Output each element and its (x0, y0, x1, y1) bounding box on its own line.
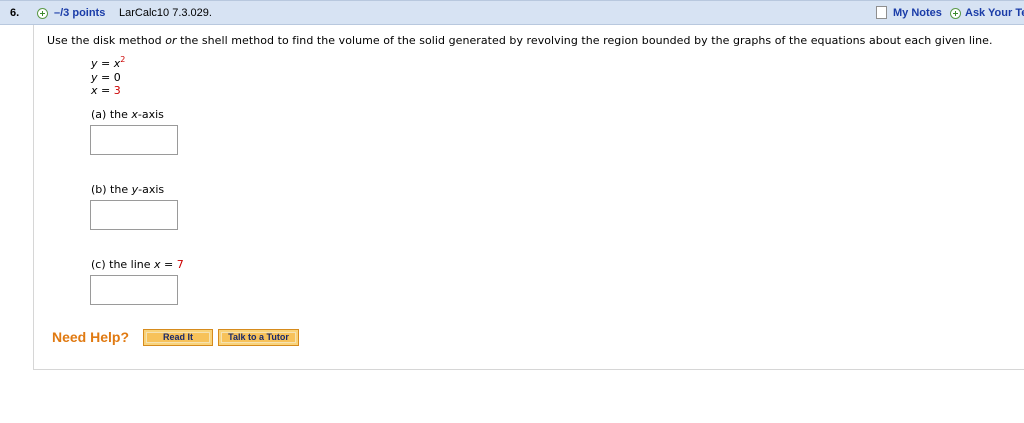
equation-1: y = x2 (91, 55, 126, 70)
question-panel (33, 25, 1024, 370)
read-it-button[interactable]: Read It (143, 329, 213, 346)
part-c-answer-input[interactable] (90, 275, 178, 305)
part-c-value: 7 (176, 258, 184, 271)
equation-3: x = 3 (91, 84, 121, 97)
equation-2: y = 0 (91, 71, 121, 84)
my-notes-link[interactable]: My Notes (893, 7, 942, 19)
part-a-label: (a) the x-axis (91, 108, 164, 121)
part-b-label: (b) the y-axis (91, 183, 164, 196)
eq3-rel: = (97, 84, 114, 97)
talk-to-tutor-button[interactable]: Talk to a Tutor (218, 329, 299, 346)
part-c-suffix: = (160, 258, 177, 271)
part-b-answer-input[interactable] (90, 200, 178, 230)
prompt-text-start: Use the disk method (47, 34, 166, 47)
part-a-suffix: -axis (137, 108, 164, 121)
prompt-text-end: the shell method to find the volume of t… (176, 34, 993, 47)
talk-to-tutor-label: Talk to a Tutor (228, 332, 289, 342)
prompt-or: or (165, 34, 177, 47)
read-it-label: Read It (162, 332, 193, 342)
question-number: 6. (10, 7, 20, 19)
notes-page-icon[interactable] (876, 6, 887, 19)
eq1-rel: = (97, 57, 114, 70)
eq1-exponent: 2 (120, 55, 126, 64)
part-c-prefix: (c) the line (91, 258, 155, 271)
eq2-rel: = (97, 71, 114, 84)
problem-source: LarCalc10 7.3.029. (119, 7, 212, 19)
eq3-rhs: 3 (113, 84, 121, 97)
points-label: –/3 points (54, 7, 106, 19)
part-a-prefix: (a) the (91, 108, 132, 121)
part-b-suffix: -axis (138, 183, 165, 196)
question-prompt: Use the disk method or the shell method … (47, 34, 993, 47)
part-c-label: (c) the line x = 7 (91, 258, 184, 271)
question-header: 6. –/3 points LarCalc10 7.3.029. My Note… (0, 0, 1024, 25)
ask-plus-icon[interactable] (950, 8, 961, 19)
ask-teacher-link[interactable]: Ask Your Te (965, 7, 1024, 19)
part-b-prefix: (b) the (91, 183, 132, 196)
eq2-rhs: 0 (113, 71, 121, 84)
need-help-label: Need Help? (52, 329, 130, 345)
part-a-answer-input[interactable] (90, 125, 178, 155)
expand-plus-icon[interactable] (37, 8, 48, 19)
